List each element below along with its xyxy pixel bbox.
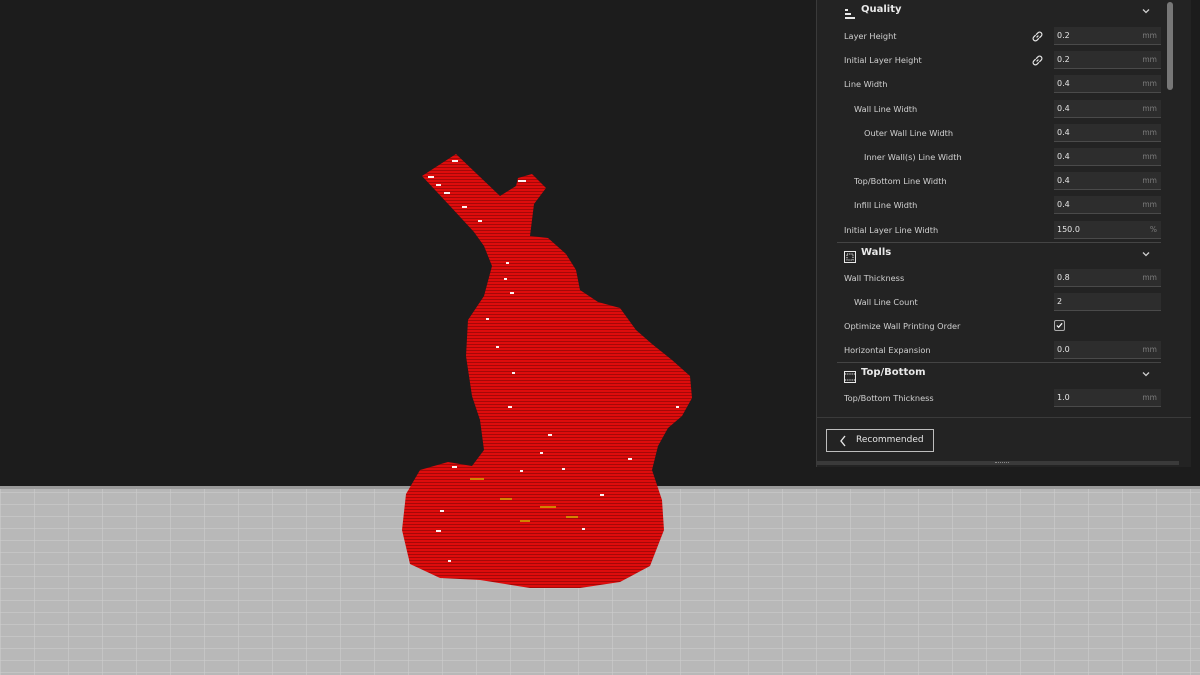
setting-label: Outer Wall Line Width xyxy=(864,127,954,138)
setting-value-field[interactable]: 0.2 mm xyxy=(1054,51,1161,70)
setting-checkbox[interactable] xyxy=(1054,320,1065,332)
setting-label: Horizontal Expansion xyxy=(844,345,931,356)
setting-label: Initial Layer Line Width xyxy=(844,224,939,235)
setting-row-wall-thickness: Wall Thickness 0.8 mm xyxy=(837,266,1161,290)
chevron-left-icon xyxy=(840,435,846,447)
setting-value: 0.4 xyxy=(1057,103,1070,113)
setting-value: 150.0 xyxy=(1057,224,1080,234)
setting-value-field[interactable]: 0.4 mm xyxy=(1054,196,1161,215)
setting-unit: mm xyxy=(1142,200,1157,210)
setting-row-initial-layer-height: Initial Layer Height 0.2 mm xyxy=(837,48,1161,72)
setting-value-field[interactable]: 0.4 mm xyxy=(1054,123,1161,142)
setting-value-field[interactable]: 0.8 mm xyxy=(1054,268,1161,287)
checkmark-icon xyxy=(1056,322,1063,329)
setting-label: Line Width xyxy=(844,79,888,90)
setting-value: 0.4 xyxy=(1057,200,1070,210)
setting-value-field[interactable]: 150.0% xyxy=(1054,220,1161,239)
setting-row-horizontal-expansion: Horizontal Expansion 0.0 mm xyxy=(837,338,1161,362)
quality-icon xyxy=(844,5,856,19)
setting-value: 0.4 xyxy=(1057,127,1070,137)
panel-divider xyxy=(817,417,1191,418)
setting-unit: mm xyxy=(1142,176,1157,186)
category-title: Quality xyxy=(861,4,902,15)
link-icon[interactable] xyxy=(1031,30,1044,43)
setting-value: 0.2 xyxy=(1057,31,1070,40)
chevron-down-icon xyxy=(1142,372,1150,377)
category-walls[interactable]: Walls xyxy=(837,241,1161,266)
panel-resize-handle[interactable] xyxy=(817,461,1179,465)
setting-value-field[interactable]: 2 xyxy=(1054,292,1161,311)
setting-value-field[interactable]: 0.4 mm xyxy=(1054,99,1161,118)
setting-value-field[interactable]: 1.0 mm xyxy=(1054,389,1161,408)
setting-label: Wall Line Width xyxy=(854,103,918,114)
setting-value: 0.4 xyxy=(1057,176,1070,186)
setting-label: Wall Line Count xyxy=(854,296,918,307)
setting-row-inner-wall-s-line-width: Inner Wall(s) Line Width 0.4 mm xyxy=(837,145,1161,169)
setting-label: Top/Bottom Thickness xyxy=(844,393,934,404)
setting-row-top-bottom-thickness: Top/Bottom Thickness 1.0 mm xyxy=(837,386,1161,410)
chevron-down-icon xyxy=(1142,251,1150,257)
setting-unit: % xyxy=(1149,224,1157,234)
setting-label: Inner Wall(s) Line Width xyxy=(864,151,962,162)
setting-value: 0.2 xyxy=(1057,55,1070,65)
category-top-bottom[interactable]: Top/Bottom xyxy=(837,362,1161,386)
category-quality[interactable]: Quality xyxy=(837,0,1161,24)
setting-value: 1.0 xyxy=(1057,393,1070,403)
setting-value-field[interactable]: 0.0 mm xyxy=(1054,341,1161,360)
setting-label: Initial Layer Height xyxy=(844,55,922,66)
settings-scrollbar[interactable] xyxy=(1167,2,1173,90)
setting-unit: mm xyxy=(1142,103,1157,113)
setting-row-wall-line-width: Wall Line Width 0.4 mm xyxy=(837,97,1161,121)
setting-label: Wall Thickness xyxy=(844,272,905,283)
setting-row-infill-line-width: Infill Line Width 0.4 mm xyxy=(837,193,1161,217)
setting-value: 0.8 xyxy=(1057,272,1070,282)
chevron-down-icon xyxy=(1142,9,1150,14)
category-title: Walls xyxy=(861,246,892,258)
top-bottom-icon xyxy=(844,368,856,384)
setting-unit: mm xyxy=(1142,393,1157,403)
recommended-button[interactable]: Recommended xyxy=(826,429,934,452)
setting-row-outer-wall-line-width: Outer Wall Line Width 0.4 mm xyxy=(837,121,1161,145)
setting-value-field[interactable]: 0.2 mm xyxy=(1054,27,1161,45)
setting-value: 0.4 xyxy=(1057,79,1070,89)
setting-value: 2 xyxy=(1057,296,1063,306)
setting-value-field[interactable]: 0.4 mm xyxy=(1054,75,1161,94)
setting-label: Layer Height xyxy=(844,31,897,41)
setting-row-optimize-wall-printing-order: Optimize Wall Printing Order xyxy=(837,314,1161,338)
setting-value: 0.0 xyxy=(1057,345,1070,355)
settings-list: Quality Layer Height 0.2 mm Initial Layer He… xyxy=(837,0,1161,417)
setting-label: Top/Bottom Line Width xyxy=(854,176,947,187)
setting-unit: mm xyxy=(1142,272,1157,282)
walls-icon xyxy=(844,248,856,263)
setting-row-wall-line-count: Wall Line Count 2 xyxy=(837,290,1161,314)
setting-label: Infill Line Width xyxy=(854,200,918,211)
setting-row-line-width: Line Width 0.4 mm xyxy=(837,72,1161,96)
print-settings-panel: Quality Layer Height 0.2 mm Initial Layer He… xyxy=(816,0,1191,467)
setting-unit: mm xyxy=(1142,127,1157,137)
setting-value: 0.4 xyxy=(1057,151,1070,161)
recommended-label: Recommended xyxy=(856,435,924,445)
setting-value-field[interactable]: 0.4 mm xyxy=(1054,172,1161,191)
category-title: Top/Bottom xyxy=(861,367,926,379)
setting-unit: mm xyxy=(1142,151,1157,161)
link-icon[interactable] xyxy=(1031,54,1044,67)
setting-row-initial-layer-line-width: Initial Layer Line Width 150.0% xyxy=(837,218,1161,242)
setting-label: Optimize Wall Printing Order xyxy=(844,321,961,332)
setting-row-top-bottom-line-width: Top/Bottom Line Width 0.4 mm xyxy=(837,169,1161,193)
setting-unit: mm xyxy=(1142,31,1157,40)
setting-value-field[interactable]: 0.4 mm xyxy=(1054,147,1161,166)
setting-unit: mm xyxy=(1142,345,1157,355)
setting-unit: mm xyxy=(1142,55,1157,65)
setting-row-layer-height: Layer Height 0.2 mm xyxy=(837,24,1161,48)
setting-unit: mm xyxy=(1142,79,1157,89)
